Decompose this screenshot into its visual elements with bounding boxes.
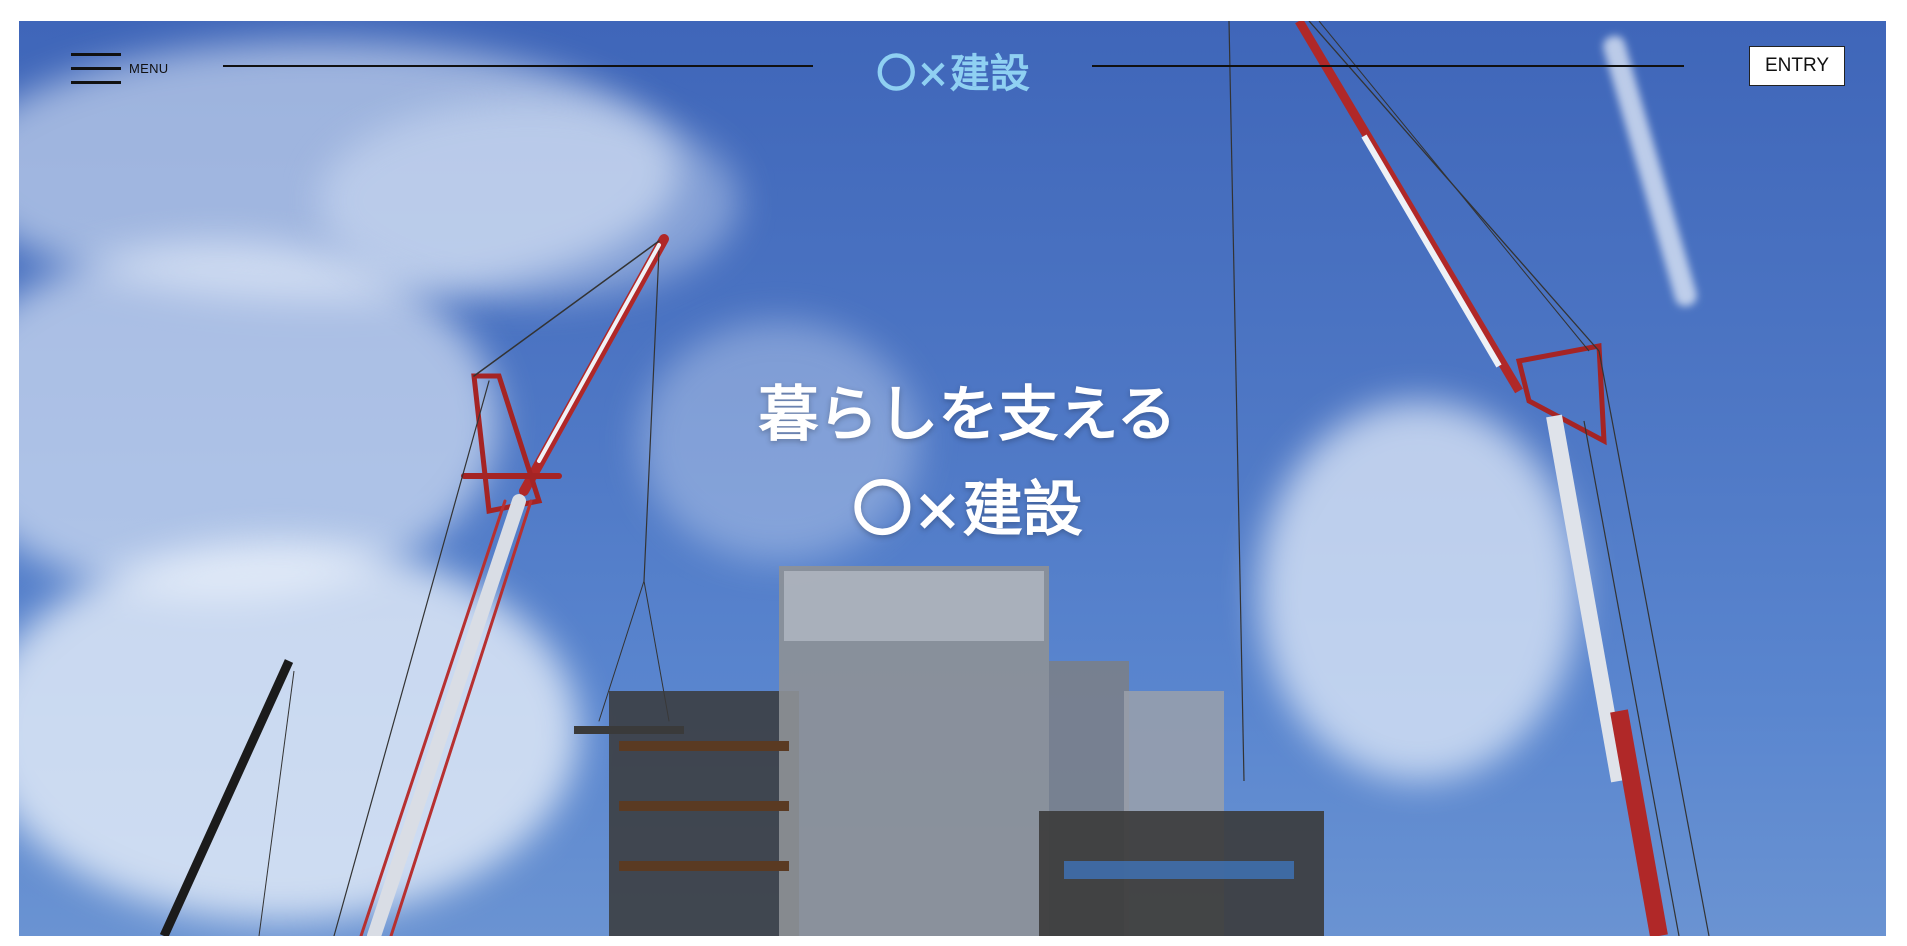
small-boom: [159, 659, 295, 936]
building: [574, 566, 1324, 936]
hero-tagline: 暮らしを支える: [758, 380, 1177, 450]
hamburger-menu-icon: [71, 51, 121, 85]
menu-button[interactable]: MENU: [71, 51, 168, 85]
hero-company-name: 〇×建設: [852, 475, 1083, 545]
menu-label: MENU: [129, 60, 169, 76]
header-divider-left: [223, 65, 813, 67]
entry-button[interactable]: ENTRY: [1749, 46, 1845, 86]
hero-catchcopy: 暮らしを支える 〇×建設: [19, 381, 1886, 545]
page-frame: 暮らしを支える 〇×建設 MENU 〇×建設 ENTRY: [0, 0, 1907, 946]
hero-image: 暮らしを支える 〇×建設: [19, 21, 1886, 936]
header-divider-right: [1092, 65, 1684, 67]
site-logo[interactable]: 〇×建設: [873, 41, 1033, 99]
